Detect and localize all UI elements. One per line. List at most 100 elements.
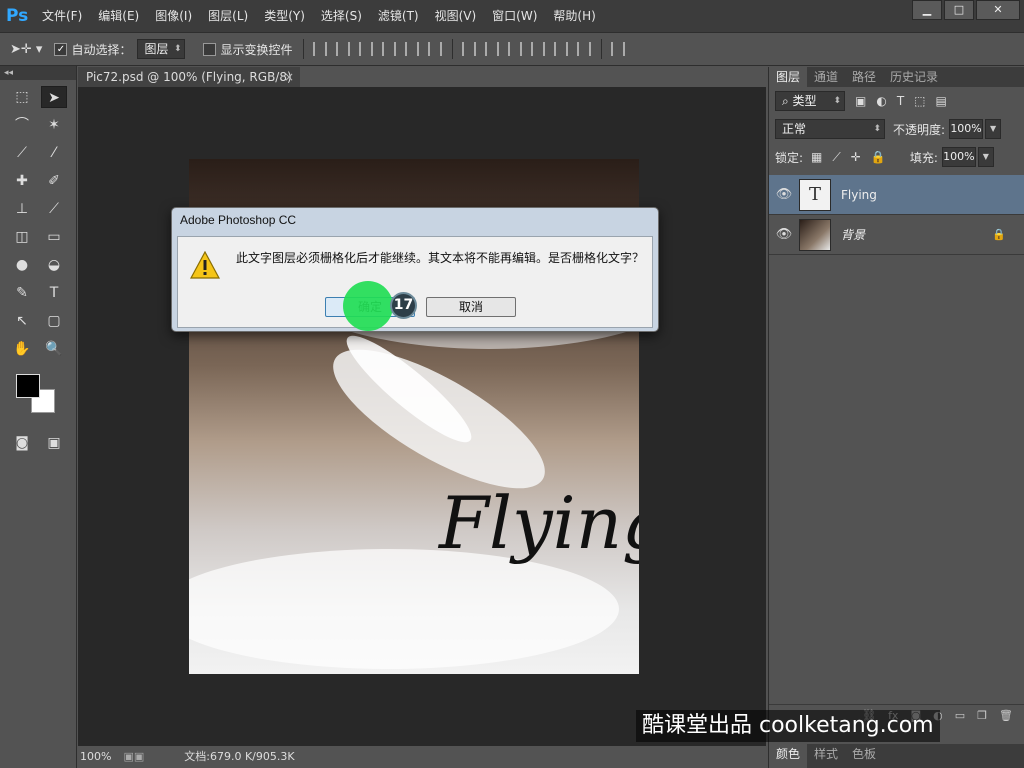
menu-file[interactable]: 文件(F) (34, 0, 90, 32)
visibility-eye-icon[interactable]: 👁 (769, 187, 799, 202)
blend-mode-dropdown[interactable]: 正常 (775, 119, 885, 139)
clone-stamp-tool-icon[interactable]: ⊥ (9, 198, 35, 220)
lasso-tool-icon[interactable]: ⌒ (9, 114, 35, 136)
menu-view[interactable]: 视图(V) (427, 0, 485, 32)
distribute-vcenter-icon[interactable] (484, 42, 499, 56)
fill-dropdown-icon[interactable]: ▼ (977, 147, 994, 167)
menu-filter[interactable]: 滤镜(T) (370, 0, 427, 32)
marquee-tool-icon[interactable]: ⬚ (9, 86, 35, 108)
filter-shape-icon[interactable]: ⬚ (914, 94, 925, 108)
maximize-button[interactable]: □ (944, 0, 974, 20)
align-right-icon[interactable] (427, 42, 442, 56)
status-icon[interactable]: ▣▣ (123, 748, 144, 766)
click-highlight-marker (343, 281, 393, 331)
checkmark-icon: ✓ (54, 43, 68, 56)
distribute-right-icon[interactable] (576, 42, 591, 56)
minimize-button[interactable]: ▁ (912, 0, 942, 20)
divider (600, 39, 602, 59)
cancel-button[interactable]: 取消 (426, 297, 516, 317)
crop-tool-icon[interactable]: ⟋ (9, 142, 35, 164)
brush-tool-icon[interactable]: ✐ (41, 170, 67, 192)
type-tool-icon[interactable]: T (41, 282, 67, 304)
healing-brush-tool-icon[interactable]: ✚ (9, 170, 35, 192)
opacity-label: 不透明度: (893, 122, 946, 137)
zoom-level[interactable]: 100% (80, 748, 111, 766)
menu-type[interactable]: 类型(Y) (256, 0, 313, 32)
close-button[interactable]: ✕ (976, 0, 1020, 20)
distribute-hcenter-icon[interactable] (553, 42, 568, 56)
lock-brush-icon[interactable]: ⟋ (832, 150, 840, 165)
align-left-icon[interactable] (381, 42, 396, 56)
magic-wand-tool-icon[interactable]: ✶ (41, 114, 67, 136)
layer-row[interactable]: 👁 背景 🔒 (769, 215, 1024, 255)
doc-info: 文档:679.0 K/905.3K (184, 750, 295, 763)
panel-collapse-handle[interactable]: ◂◂ (0, 66, 76, 80)
menu-edit[interactable]: 编辑(E) (90, 0, 147, 32)
gradient-tool-icon[interactable]: ▭ (41, 226, 67, 248)
opacity-input[interactable]: 100% (949, 119, 984, 139)
tab-paths[interactable]: 路径 (845, 67, 883, 87)
tab-history[interactable]: 历史记录 (883, 67, 945, 87)
menu-help[interactable]: 帮助(H) (545, 0, 603, 32)
lock-transparent-icon[interactable]: ▦ (811, 150, 822, 164)
menu-window[interactable]: 窗口(W) (484, 0, 545, 32)
layer-row[interactable]: 👁 T Flying (769, 175, 1024, 215)
lock-all-icon[interactable]: 🔒 (871, 150, 886, 164)
eyedropper-tool-icon[interactable]: ⁄ (41, 142, 67, 164)
dodge-tool-icon[interactable]: ◒ (41, 254, 67, 276)
visibility-eye-icon[interactable]: 👁 (769, 227, 799, 242)
tab-styles[interactable]: 样式 (807, 744, 845, 768)
path-selection-tool-icon[interactable]: ↖ (9, 310, 35, 332)
distribute-left-icon[interactable] (530, 42, 545, 56)
lock-icon: 🔒 (992, 228, 1006, 241)
new-group-icon[interactable]: ▭ (955, 709, 965, 722)
align-top-icon[interactable] (312, 42, 327, 56)
layer-filter-dropdown[interactable]: ⌕ 类型 (775, 91, 845, 111)
close-tab-icon[interactable]: × (284, 67, 294, 87)
blur-tool-icon[interactable]: ● (9, 254, 35, 276)
hand-tool-icon[interactable]: ✋ (9, 338, 35, 360)
color-panel-tabs: 颜色 样式 色板 (769, 744, 1024, 768)
opacity-dropdown-icon[interactable]: ▼ (985, 119, 1002, 139)
filter-smart-object-icon[interactable]: ▤ (936, 94, 947, 108)
auto-select-checkbox[interactable]: ✓ (54, 42, 71, 56)
screen-mode-icon[interactable]: ▣ (41, 432, 67, 454)
filter-adjustment-icon[interactable]: ◐ (876, 94, 886, 108)
history-brush-tool-icon[interactable]: ⟋ (41, 198, 67, 220)
auto-select-dropdown[interactable]: 图层 (137, 39, 186, 59)
filter-type-icon[interactable]: T (897, 94, 904, 108)
document-tab[interactable]: Pic72.psd @ 100% (Flying, RGB/8) * × (78, 67, 300, 104)
distribute-bottom-icon[interactable] (507, 42, 522, 56)
auto-select-label: 自动选择： (71, 42, 132, 57)
show-transform-checkbox[interactable] (203, 42, 220, 56)
menu-select[interactable]: 选择(S) (313, 0, 370, 32)
distribute-top-icon[interactable] (461, 42, 476, 56)
move-tool-icon[interactable]: ➤ (41, 86, 67, 108)
background-layer-thumbnail (799, 218, 831, 251)
align-hcenter-icon[interactable] (404, 42, 419, 56)
tab-channels[interactable]: 通道 (807, 67, 845, 87)
dialog-title: Adobe Photoshop CC (180, 213, 297, 227)
align-vcenter-icon[interactable] (335, 42, 350, 56)
quick-mask-icon[interactable]: ◙ (9, 432, 35, 454)
filter-pixel-icon[interactable]: ▣ (855, 94, 866, 108)
flying-text-layer: Flying (439, 481, 639, 565)
tab-layers[interactable]: 图层 (769, 67, 808, 87)
menu-layer[interactable]: 图层(L) (200, 0, 256, 32)
delete-layer-icon[interactable]: 🗑 (999, 709, 1013, 722)
rectangle-tool-icon[interactable]: ▢ (41, 310, 67, 332)
options-bar: ➤✛ ▾ ✓ 自动选择： 图层 显示变换控件 (0, 32, 1024, 66)
tab-color[interactable]: 颜色 (769, 744, 808, 768)
foreground-color-swatch[interactable] (16, 374, 40, 398)
menu-image[interactable]: 图像(I) (147, 0, 200, 32)
auto-align-icon[interactable] (610, 42, 625, 56)
move-tool-icon[interactable]: ➤✛ ▾ (10, 42, 42, 57)
fill-input[interactable]: 100% (941, 147, 976, 167)
tab-swatches[interactable]: 色板 (845, 744, 883, 768)
pen-tool-icon[interactable]: ✎ (9, 282, 35, 304)
new-layer-icon[interactable]: ❐ (977, 709, 987, 722)
zoom-tool-icon[interactable]: 🔍 (41, 338, 67, 360)
lock-position-icon[interactable]: ✛ (851, 150, 861, 164)
align-bottom-icon[interactable] (358, 42, 373, 56)
eraser-tool-icon[interactable]: ◫ (9, 226, 35, 248)
